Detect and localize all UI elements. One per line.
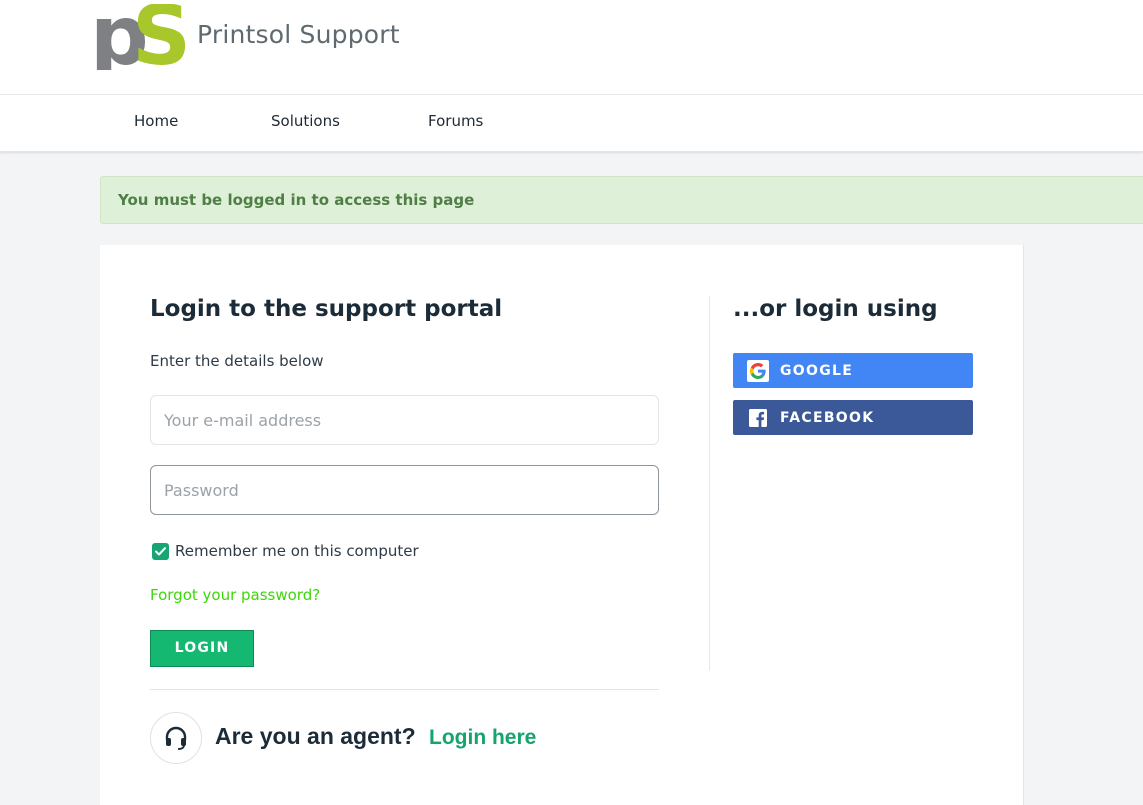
- brand-name: Printsol Support: [197, 20, 400, 49]
- headset-icon: [150, 712, 202, 764]
- login-required-alert: You must be logged in to access this pag…: [100, 176, 1143, 224]
- site-header: p S Printsol Support: [0, 0, 1143, 95]
- printsol-logo[interactable]: p S: [92, 4, 188, 70]
- nav-forums[interactable]: Forums: [428, 112, 483, 130]
- facebook-login-button[interactable]: FACEBOOK: [733, 400, 973, 435]
- login-subtitle: Enter the details below: [150, 352, 324, 370]
- google-login-button[interactable]: GOOGLE: [733, 353, 973, 388]
- login-title: Login to the support portal: [150, 296, 503, 322]
- check-icon: [155, 546, 166, 555]
- facebook-icon: [747, 407, 769, 429]
- main-nav: Home Solutions Forums: [0, 95, 1143, 152]
- forgot-password-link[interactable]: Forgot your password?: [150, 586, 320, 604]
- google-label: GOOGLE: [780, 362, 854, 379]
- nav-home[interactable]: Home: [134, 112, 178, 130]
- nav-solutions[interactable]: Solutions: [271, 112, 340, 130]
- email-input[interactable]: [150, 395, 659, 445]
- facebook-label: FACEBOOK: [780, 409, 875, 426]
- agent-divider: [150, 689, 659, 690]
- agent-login-link[interactable]: Login here: [429, 726, 536, 750]
- alert-message: You must be logged in to access this pag…: [118, 191, 475, 209]
- social-login-title: ...or login using: [733, 296, 938, 322]
- column-divider: [709, 296, 710, 671]
- remember-me-label: Remember me on this computer: [175, 542, 419, 560]
- remember-me-checkbox[interactable]: [152, 542, 169, 560]
- login-button[interactable]: LOGIN: [150, 630, 254, 667]
- password-input[interactable]: [150, 465, 659, 515]
- login-card: Login to the support portal Enter the de…: [100, 245, 1024, 805]
- remember-me: Remember me on this computer: [152, 542, 419, 560]
- svg-text:S: S: [132, 4, 188, 70]
- agent-question: Are you an agent?: [215, 723, 416, 749]
- google-icon: [747, 359, 769, 382]
